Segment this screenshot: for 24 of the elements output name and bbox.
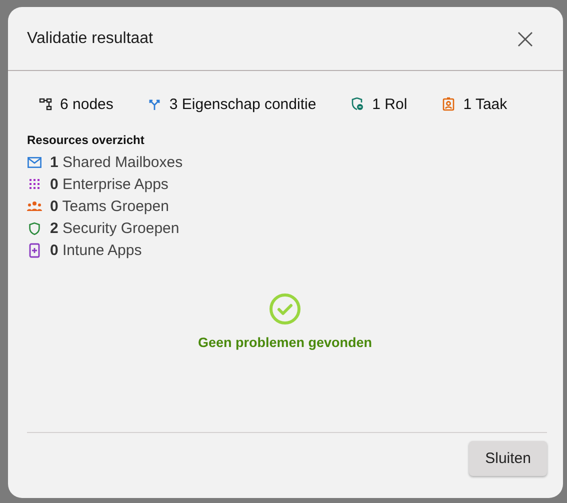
mail-icon [27, 156, 42, 168]
stat-label: 1 Taak [463, 96, 508, 112]
resource-label: 0 Enterprise Apps [50, 176, 168, 192]
people-icon [27, 201, 42, 211]
stat-label: 1 Rol [372, 96, 408, 112]
shield-icon [351, 97, 364, 111]
stat-label: 3 Eigenschap conditie [169, 96, 316, 112]
stat-label: 6 nodes [60, 96, 114, 112]
phone-icon [27, 242, 42, 258]
close-dialog-button[interactable]: Sluiten [469, 441, 547, 476]
dialog-title: Validatie resultaat [27, 30, 153, 48]
grid-icon [27, 178, 42, 190]
resource-label: 0 Intune Apps [50, 242, 142, 258]
section-heading: Resources overzicht [27, 133, 146, 147]
success-message: Geen problemen gevonden [198, 335, 372, 350]
shield-icon [27, 222, 42, 234]
resource-label: 0 Teams Groepen [50, 198, 169, 214]
close-button[interactable]: × [512, 24, 539, 52]
resource-label: 1 Shared Mailboxes [50, 154, 183, 170]
check-circle-icon [269, 293, 301, 325]
badge-person-icon [442, 97, 456, 111]
resource-label: 2 Security Groepen [50, 220, 180, 236]
hierarchy-icon [39, 98, 52, 110]
split-arrow-icon [148, 98, 162, 110]
